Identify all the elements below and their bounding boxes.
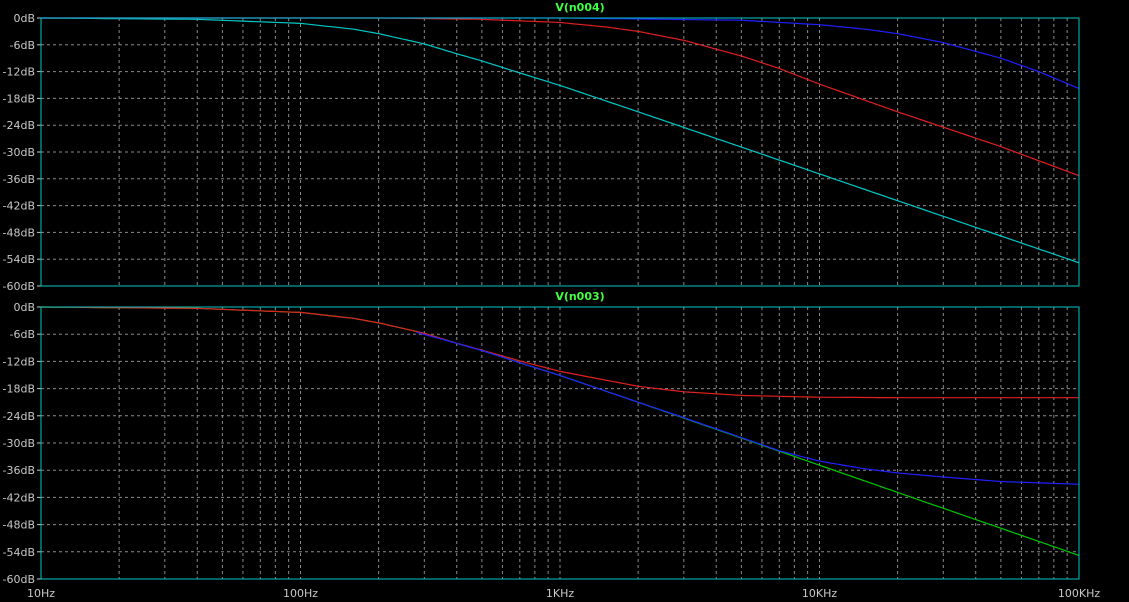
y-tick-label: -42dB: [3, 491, 36, 504]
trace-title[interactable]: V(n004): [555, 1, 604, 14]
grid: [41, 18, 1079, 286]
y-tick-label: -12dB: [3, 66, 36, 79]
y-tick-label: -18dB: [3, 383, 36, 396]
y-tick-label: -36dB: [3, 464, 36, 477]
x-axis: 10Hz 100Hz 1KHz 10KHz 100KHz: [27, 587, 1100, 600]
y-axis: 0dB -6dB -12dB -18dB -24dB -30dB -36dB -42dB -48…: [3, 301, 41, 586]
y-tick-label: -6dB: [10, 39, 36, 52]
y-tick-label: -24dB: [3, 119, 36, 132]
y-axis: 0dB -6dB -12dB -18dB -24dB -30dB -36dB -42dB -48…: [3, 12, 41, 293]
x-tick-label: 100KHz: [1058, 587, 1100, 600]
y-tick-label: 0dB: [13, 12, 35, 25]
y-tick-label: -54dB: [3, 253, 36, 266]
y-tick-label: -54dB: [3, 546, 36, 559]
grid: [41, 307, 1079, 579]
y-tick-label: -36dB: [3, 173, 36, 186]
x-tick-label: 100Hz: [283, 587, 318, 600]
panel-v-n004: 0dB -6dB -12dB -18dB -24dB -30dB -36dB -42dB -48…: [3, 1, 1080, 293]
trace-title[interactable]: V(n003): [555, 290, 604, 303]
waveform-viewer: 0dB -6dB -12dB -18dB -24dB -30dB -36dB -42dB -48…: [3, 1, 1101, 600]
y-tick-label: 0dB: [13, 301, 35, 314]
y-tick-label: -60dB: [3, 280, 36, 293]
x-tick-label: 10KHz: [802, 587, 837, 600]
x-tick-label: 10Hz: [27, 587, 55, 600]
y-tick-label: -24dB: [3, 410, 36, 423]
y-tick-label: -42dB: [3, 200, 36, 213]
panel-v-n003: 0dB -6dB -12dB -18dB -24dB -30dB -36dB -42dB -48…: [3, 290, 1101, 600]
y-tick-label: -6dB: [10, 328, 36, 341]
y-tick-label: -12dB: [3, 355, 36, 368]
y-tick-label: -60dB: [3, 573, 36, 586]
y-tick-label: -48dB: [3, 519, 36, 532]
x-tick-label: 1KHz: [546, 587, 574, 600]
y-tick-label: -48dB: [3, 226, 36, 239]
trace-line-2: [416, 331, 1080, 485]
y-tick-label: -18dB: [3, 92, 36, 105]
y-tick-label: -30dB: [3, 146, 36, 159]
y-tick-label: -30dB: [3, 437, 36, 450]
